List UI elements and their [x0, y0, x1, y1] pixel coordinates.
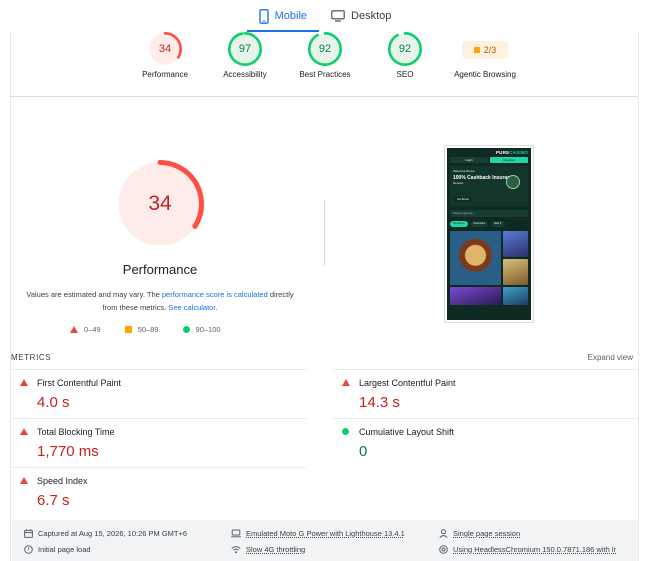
device-tabs: Mobile Desktop: [0, 0, 650, 32]
performance-gauge: 34: [116, 160, 204, 248]
pass-circle-icon: [182, 326, 190, 333]
legend-average: 50–89: [124, 325, 159, 334]
performance-note: Values are estimated and may vary. The p…: [22, 288, 298, 314]
fail-triangle-icon: [342, 379, 350, 386]
screenshot-game-grid: [450, 231, 528, 305]
agentic-score: 2/3: [483, 45, 497, 55]
runtime-throttling-text: Slow 4G throttling: [246, 545, 306, 554]
game-tile: [502, 287, 528, 305]
vertical-divider: [324, 200, 325, 266]
tab-mobile[interactable]: Mobile: [246, 0, 320, 32]
metric-fcp-name: First Contentful Paint: [37, 378, 122, 388]
game-tile: [502, 231, 528, 257]
screenshot-login: Login: [450, 157, 488, 163]
screenshot-categories: All Games Favourites New P: [450, 221, 528, 227]
runtime-settings: Captured at Aug 15, 2026, 10:26 PM GMT+6…: [12, 520, 638, 561]
smartphone-icon: [258, 8, 269, 24]
runtime-device-text: Emulated Moto G Power with Lighthouse 13…: [246, 529, 405, 538]
runtime-browser-text: Using HeadlessChromium 150.0.7871.186 wi…: [453, 545, 617, 554]
legend-average-range: 50–89: [137, 325, 159, 334]
runtime-initial-load-text: Initial page load: [38, 545, 91, 554]
legend-fail-range: 0–49: [84, 325, 101, 334]
final-screenshot[interactable]: PURECASINO Login Register Welcome Bonus …: [444, 145, 534, 323]
metric-lcp-name: Largest Contentful Paint: [359, 378, 456, 388]
agentic-badge: 2/3: [462, 41, 508, 59]
gauges-divider: [10, 96, 638, 97]
runtime-session-text: Single page session: [453, 529, 521, 538]
note-text-1: Values are estimated and may vary. The: [26, 290, 162, 299]
metric-tbt-value: 1,770 ms: [37, 443, 99, 460]
game-tile: [450, 287, 501, 305]
category-gauges: 34 Performance 97 Accessibility 92 Best …: [10, 32, 638, 96]
runtime-session[interactable]: Single page session: [439, 529, 520, 538]
logo-part-a: PURE: [495, 150, 510, 155]
fail-triangle-icon: [70, 326, 78, 333]
legend-pass-range: 90–100: [195, 325, 221, 334]
browser-globe-icon: [439, 545, 448, 554]
metric-si-name: Speed Index: [37, 476, 88, 486]
metrics-heading: METRICS: [11, 353, 52, 362]
screenshot-promo: Welcome Bonus 100% Cashback Insurance De…: [450, 166, 528, 206]
metric-lcp-value: 14.3 s: [359, 394, 400, 411]
metric-cls: Cumulative Layout Shift 0: [333, 418, 638, 466]
fail-triangle-icon: [20, 477, 28, 484]
metric-lcp: Largest Contentful Paint 14.3 s: [333, 369, 638, 417]
screenshot-logo: PURECASINO: [496, 150, 528, 155]
performance-score: 34: [148, 192, 172, 215]
promo-coin-image: [506, 175, 520, 189]
average-square-icon: [124, 326, 132, 333]
runtime-browser[interactable]: Using HeadlessChromium 150.0.7871.186 wi…: [439, 545, 616, 554]
promo-tag: Welcome Bonus: [453, 169, 475, 173]
expand-view-toggle[interactable]: Expand view: [588, 353, 633, 362]
calendar-icon: [24, 529, 33, 538]
person-icon: [439, 529, 448, 538]
score-calculated-link[interactable]: performance score is calculated: [162, 290, 268, 299]
runtime-throttling[interactable]: Slow 4G throttling: [231, 545, 305, 554]
metric-fcp: First Contentful Paint 4.0 s: [11, 369, 306, 417]
runtime-device[interactable]: Emulated Moto G Power with Lighthouse 13…: [231, 529, 405, 538]
fail-triangle-icon: [20, 428, 28, 435]
runtime-captured-text: Captured at Aug 15, 2026, 10:26 PM GMT+6: [38, 529, 188, 538]
note-text-3: .: [215, 303, 218, 312]
fail-triangle-icon: [20, 379, 28, 386]
promo-cta: Get Bonus: [453, 197, 473, 202]
gauge-agentic-browsing[interactable]: 2/3 Agentic Browsing: [435, 32, 535, 79]
runtime-initial-load: Initial page load: [24, 545, 91, 554]
tab-desktop-label: Desktop: [351, 10, 392, 22]
laptop-icon: [231, 529, 241, 538]
screenshot-cat-new: New P: [491, 221, 505, 227]
game-tile: [502, 259, 528, 285]
pass-circle-icon: [342, 428, 349, 435]
see-calculator-link[interactable]: See calculator: [168, 303, 215, 312]
wifi-icon: [231, 546, 241, 554]
desktop-icon: [331, 10, 345, 22]
logo-part-b: CASINO: [509, 150, 528, 155]
screenshot-cat-fav: Favourites: [470, 221, 489, 227]
screenshot-search: Search games...: [450, 210, 528, 217]
runtime-captured: Captured at Aug 15, 2026, 10:26 PM GMT+6: [24, 529, 187, 538]
metric-cls-value: 0: [359, 443, 368, 460]
screenshot-register: Register: [490, 157, 528, 163]
legend-fail: 0–49: [70, 325, 101, 334]
gauge-agentic-label: Agentic Browsing: [454, 70, 516, 79]
metric-si-value: 6.7 s: [37, 492, 70, 509]
screenshot-content: PURECASINO Login Register Welcome Bonus …: [447, 148, 531, 320]
metric-fcp-value: 4.0 s: [37, 394, 70, 411]
legend-pass: 90–100: [182, 325, 221, 334]
metric-si: Speed Index 6.7 s: [11, 467, 306, 515]
average-square-icon: [473, 47, 480, 53]
screenshot-auth-buttons: Login Register: [447, 157, 531, 163]
right-rule: [638, 32, 639, 561]
screenshot-cat-all: All Games: [450, 221, 468, 227]
metric-cls-name: Cumulative Layout Shift: [359, 427, 455, 437]
score-legend: 0–49 50–89 90–100: [70, 325, 270, 334]
performance-title: Performance: [122, 262, 198, 277]
screenshot-header: PURECASINO: [447, 148, 531, 157]
tab-desktop[interactable]: Desktop: [319, 0, 403, 32]
timer-icon: [24, 545, 33, 554]
tab-mobile-label: Mobile: [274, 10, 308, 22]
game-tile-roulette: [450, 231, 501, 285]
metric-tbt: Total Blocking Time 1,770 ms: [11, 418, 306, 466]
metric-tbt-name: Total Blocking Time: [37, 427, 115, 437]
